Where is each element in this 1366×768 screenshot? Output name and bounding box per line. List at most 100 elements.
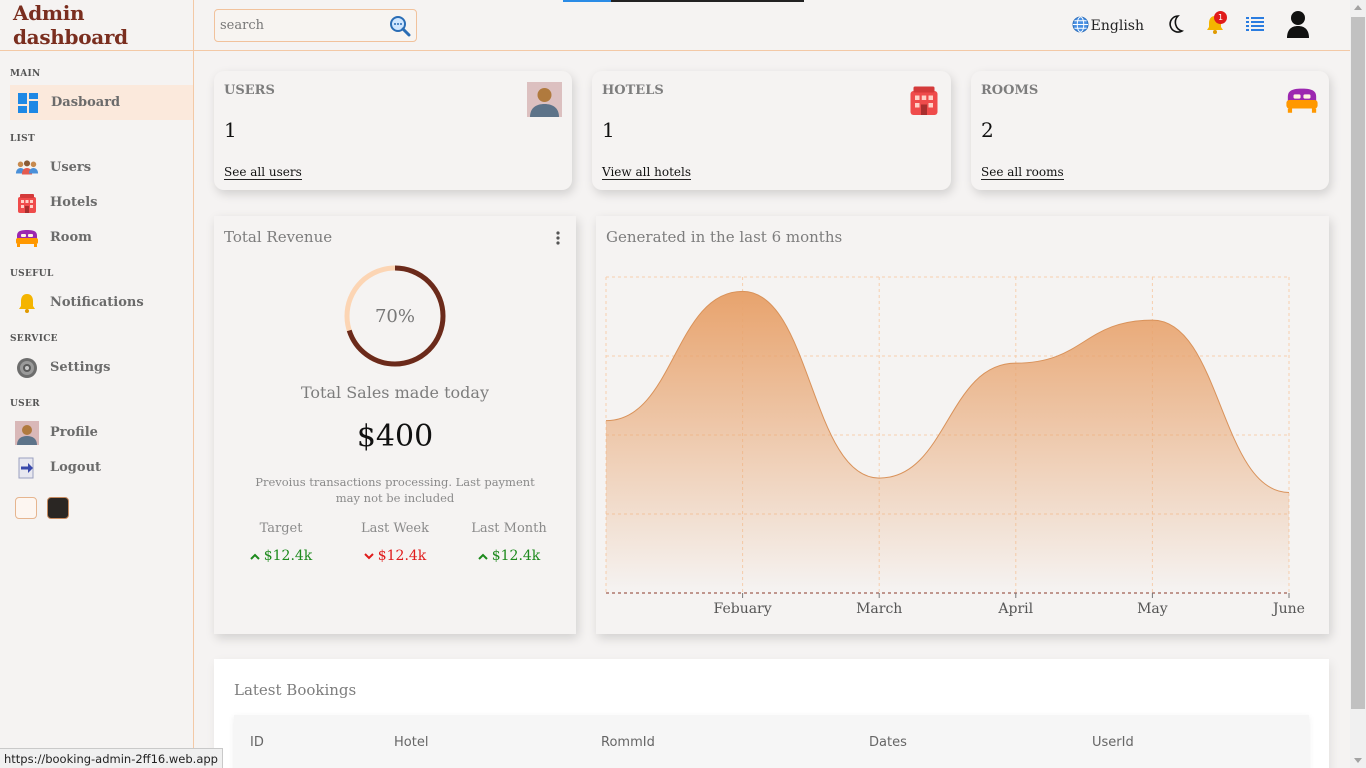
sidebar-item-logout[interactable]: Logout <box>0 450 193 485</box>
logout-icon <box>15 456 39 480</box>
sidebar-item-notifications[interactable]: Notifications <box>0 285 193 320</box>
section-title-service: SERVICE <box>10 334 58 344</box>
revenue-panel: Total Revenue 70% Total Sales made today… <box>214 216 576 634</box>
x-tick-label: March <box>856 601 902 617</box>
topbar-actions: English 1 <box>1072 10 1310 42</box>
list-button[interactable] <box>1246 16 1264 36</box>
sidebar-item-label: Hotels <box>50 195 98 210</box>
sidebar-item-label: Logout <box>50 460 102 475</box>
sidebar-item-users[interactable]: Users <box>0 150 193 185</box>
bell-icon <box>15 291 39 315</box>
sidebar-item-label: Dasboard <box>51 95 121 110</box>
hotel-icon <box>15 191 39 215</box>
hotel-icon <box>906 82 941 117</box>
sidebar-item-label: Notifications <box>50 295 144 310</box>
summary-value: $12.4k <box>377 548 427 564</box>
see-all-rooms-link[interactable]: See all rooms <box>981 165 1064 180</box>
bed-icon <box>15 226 39 250</box>
search-box <box>214 9 417 42</box>
dark-mode-toggle[interactable] <box>1166 14 1185 38</box>
revenue-title: Total Revenue <box>224 228 333 246</box>
chevron-down-icon <box>364 548 374 564</box>
scroll-up-arrow[interactable] <box>1354 5 1362 10</box>
widget-count: 1 <box>224 118 237 142</box>
status-url: https://booking-admin-2ff16.web.app <box>0 748 223 768</box>
search-input[interactable] <box>220 18 380 33</box>
search-icon[interactable] <box>389 15 411 41</box>
list-icon <box>1246 16 1264 36</box>
widget-title: ROOMS <box>981 83 1039 98</box>
widget-count: 1 <box>602 118 615 142</box>
chart-area <box>606 291 1289 593</box>
column-header-userid[interactable]: UserId <box>1092 735 1134 750</box>
sidebar-item-room[interactable]: Room <box>0 220 193 255</box>
x-tick-label: Febuary <box>714 601 772 617</box>
brand: Admin dashboard <box>0 0 193 51</box>
widget-count: 2 <box>981 118 994 142</box>
rooms-widget: ROOMS 2 See all rooms <box>971 71 1329 190</box>
bed-icon <box>1284 82 1319 117</box>
revenue-summary: Target $12.4k Last Week $12.4k Last Mont… <box>214 521 576 564</box>
sidebar-item-settings[interactable]: Settings <box>0 350 193 385</box>
sales-title: Total Sales made today <box>300 383 489 402</box>
dashboard-icon <box>16 91 40 115</box>
dark-theme-option[interactable] <box>47 497 69 519</box>
sidebar-item-hotels[interactable]: Hotels <box>0 185 193 220</box>
section-title-useful: USEFUL <box>10 269 54 279</box>
page-scrollbar[interactable] <box>1350 0 1366 768</box>
light-theme-option[interactable] <box>15 497 37 519</box>
summary-title: Last Week <box>361 521 429 536</box>
sidebar-item-profile[interactable]: Profile <box>0 415 193 450</box>
hotels-widget: HOTELS 1 View all hotels <box>592 71 951 190</box>
x-tick-label: May <box>1137 601 1168 617</box>
language-selector[interactable]: English <box>1072 15 1144 37</box>
user-icon <box>527 82 562 117</box>
user-avatar-icon <box>1286 10 1310 42</box>
users-icon <box>15 156 39 180</box>
loading-bar <box>563 0 804 2</box>
revenue-chart-panel: Generated in the last 6 months Febuary Ma… <box>596 216 1329 634</box>
sales-amount: $400 <box>356 419 434 454</box>
column-header-dates[interactable]: Dates <box>869 735 907 750</box>
latest-bookings-panel: Latest Bookings ID Hotel RommId Dates Us… <box>214 659 1329 768</box>
sales-description: Prevoius transactions processing. Last p… <box>255 475 535 505</box>
see-all-users-link[interactable]: See all users <box>224 165 302 180</box>
scrollbar-thumb[interactable] <box>1351 17 1365 709</box>
theme-switcher <box>0 497 193 519</box>
view-all-hotels-link[interactable]: View all hotels <box>602 165 691 180</box>
summary-last-month: Last Month $12.4k <box>454 521 564 564</box>
bookings-title: Latest Bookings <box>234 681 357 699</box>
x-tick-label: June <box>1271 601 1305 617</box>
x-tick-label: April <box>997 601 1033 617</box>
area-chart: Febuary March April May June <box>605 276 1305 617</box>
summary-title: Last Month <box>471 521 547 536</box>
avatar[interactable] <box>1286 10 1310 42</box>
section-title-list: LIST <box>10 134 35 144</box>
column-header-hotel[interactable]: Hotel <box>394 735 428 750</box>
summary-value-row: $12.4k <box>340 548 450 564</box>
widget-title: HOTELS <box>602 83 664 98</box>
settings-icon <box>15 356 39 380</box>
summary-value: $12.4k <box>263 548 313 564</box>
chevron-up-icon <box>250 548 260 564</box>
revenue-progress-ring: 70% <box>344 265 446 367</box>
moon-icon <box>1166 14 1185 38</box>
app-title[interactable]: Admin dashboard <box>13 1 193 49</box>
column-header-roomid[interactable]: RommId <box>601 735 655 750</box>
column-header-id[interactable]: ID <box>250 735 264 750</box>
sidebar-item-label: Profile <box>50 425 98 440</box>
scroll-down-arrow[interactable] <box>1354 758 1362 763</box>
more-options-icon[interactable] <box>556 230 560 249</box>
notifications-button[interactable]: 1 <box>1206 11 1227 38</box>
sidebar: Admin dashboard MAIN Dasboard LIST Users… <box>0 0 194 768</box>
sidebar-nav: MAIN Dasboard LIST Users Hotels Room USE… <box>0 51 193 519</box>
notification-badge: 1 <box>1214 11 1227 24</box>
summary-value-row: $12.4k <box>454 548 564 564</box>
sidebar-item-dashboard[interactable]: Dasboard <box>10 85 193 120</box>
section-title-main: MAIN <box>10 69 41 79</box>
section-title-user: USER <box>10 399 40 409</box>
chevron-up-icon <box>478 548 488 564</box>
topbar: English 1 <box>194 0 1350 51</box>
globe-icon <box>1072 15 1091 37</box>
sidebar-item-label: Settings <box>50 360 111 375</box>
